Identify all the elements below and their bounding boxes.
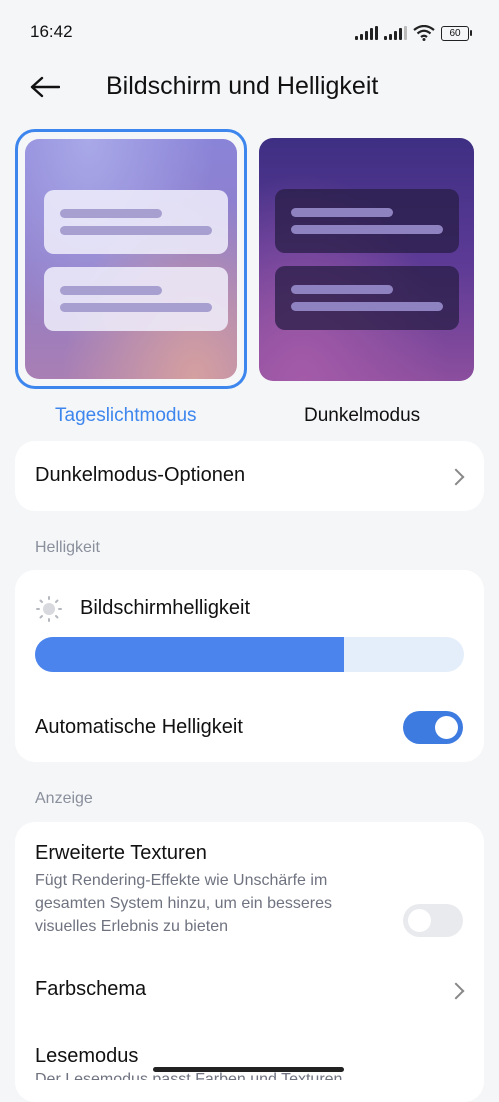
arrow-left-icon [30,76,60,98]
dark-mode-options-row[interactable]: Dunkelmodus-Optionen [15,441,484,511]
color-scheme-row[interactable]: Farbschema [15,962,484,1018]
wifi-icon [413,25,435,41]
screen-brightness-label: Bildschirmhelligkeit [80,597,251,619]
status-icons: 60 [355,22,472,44]
sun-icon [36,596,62,622]
auto-brightness-label: Automatische Helligkeit [35,716,243,738]
chevron-right-icon [447,468,465,486]
light-mode-preview[interactable] [15,129,247,389]
signal-icon [355,26,378,40]
back-button[interactable] [30,70,66,104]
brightness-slider-fill [35,637,344,672]
light-mode-label[interactable]: Tageslichtmodus [55,405,197,427]
display-section-header: Anzeige [35,790,93,807]
reading-mode-label[interactable]: Lesemodus [35,1045,138,1068]
chevron-right-icon [447,982,465,1000]
auto-brightness-toggle[interactable] [403,711,463,744]
brightness-slider[interactable] [35,637,464,672]
signal-secondary-icon [384,26,407,40]
advanced-textures-label: Erweiterte Texturen [35,842,207,864]
battery-icon: 60 [441,25,472,41]
brightness-section-header: Helligkeit [35,539,100,556]
status-time: 16:42 [30,22,73,41]
home-indicator [153,1067,344,1072]
dark-mode-label[interactable]: Dunkelmodus [304,405,420,427]
dark-mode-preview[interactable] [259,138,474,381]
dark-mode-options-label: Dunkelmodus-Optionen [35,464,246,486]
color-scheme-label: Farbschema [35,978,147,1000]
page-title: Bildschirm und Helligkeit [106,72,379,100]
advanced-textures-toggle[interactable] [403,904,463,937]
advanced-textures-description: Fügt Rendering-Effekte wie Unschärfe im … [35,872,333,935]
